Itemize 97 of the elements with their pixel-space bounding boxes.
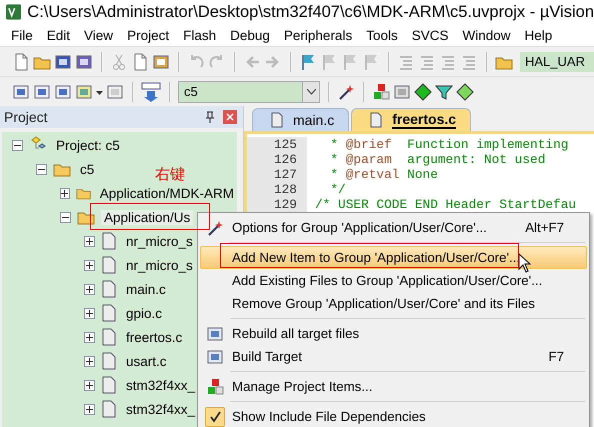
plus-icon: [61, 190, 68, 196]
tree-item[interactable]: Application/MDK-ARM: [96, 186, 237, 200]
tree-item[interactable]: stm32f4xx_: [123, 402, 198, 416]
file-icon: [370, 112, 382, 128]
plus-icon: [86, 238, 93, 244]
menu-item[interactable]: Debug: [223, 28, 277, 42]
plus-icon: [86, 406, 93, 412]
diamond-icon[interactable]: [414, 82, 432, 100]
check-icon: [209, 410, 221, 422]
menu-item[interactable]: Remove Group 'Application/User/Core' and its Files: [200, 292, 587, 315]
code-line: */: [329, 182, 347, 197]
checkbox[interactable]: [205, 406, 225, 426]
file-icon: [271, 112, 283, 128]
plus-icon: [86, 334, 93, 340]
expand-toggle[interactable]: [84, 236, 95, 246]
menu-item[interactable]: Flash: [176, 28, 224, 42]
colored-blocks-icon: [206, 378, 224, 396]
file-icon: [101, 280, 117, 298]
expand-toggle[interactable]: [84, 332, 95, 342]
plus-icon: [86, 358, 93, 364]
menu-item[interactable]: Peripherals: [276, 28, 360, 42]
menu-item[interactable]: Project: [120, 28, 176, 42]
line-number: 129: [274, 197, 297, 212]
editor-tab[interactable]: main.c: [252, 108, 350, 131]
tree-item[interactable]: freertos.c: [123, 330, 186, 344]
tree-item[interactable]: usart.c: [123, 354, 170, 368]
plus-icon: [86, 286, 93, 292]
menu-item[interactable]: Add Existing Files to Group 'Application/User/Core'...: [200, 269, 587, 292]
tree-item[interactable]: stm32f4xx_: [123, 378, 198, 392]
code-line: * @brief Function implementing: [329, 137, 570, 152]
tree-item[interactable]: c5: [77, 162, 98, 176]
line-number: 125: [274, 137, 297, 152]
expand-toggle[interactable]: [60, 188, 70, 198]
panel-title: Project: [4, 109, 48, 125]
menu-item[interactable]: Window: [455, 28, 518, 42]
pin-icon[interactable]: [205, 111, 215, 123]
tree-item[interactable]: nr_micro_s: [123, 258, 196, 272]
line-number: 128: [274, 182, 297, 197]
menu-item[interactable]: File: [4, 28, 40, 42]
expand-toggle[interactable]: [84, 260, 95, 270]
file-icon: [101, 376, 117, 394]
collapse-toggle[interactable]: [36, 164, 47, 174]
menu-item[interactable]: Tools: [359, 28, 405, 42]
expand-toggle[interactable]: [84, 404, 95, 414]
tree-item[interactable]: nr_micro_s: [123, 234, 196, 248]
plus-icon: [86, 262, 93, 268]
tree-item[interactable]: Project: c5: [53, 138, 123, 152]
expand-toggle[interactable]: [84, 284, 95, 294]
menu-item[interactable]: Build Target F7: [200, 345, 587, 368]
menu-item[interactable]: Help: [518, 28, 560, 42]
tree-item[interactable]: Application/Us: [101, 210, 194, 224]
plus-icon: [86, 310, 93, 316]
tree-item[interactable]: main.c: [123, 282, 169, 296]
target-select[interactable]: c5: [178, 80, 320, 102]
pointer-cursor-icon: [518, 253, 531, 273]
menu-item[interactable]: Edit: [40, 28, 78, 42]
app-logo-icon: [6, 4, 22, 20]
menu-item[interactable]: View: [77, 28, 120, 42]
line-number: 127: [274, 167, 297, 182]
colored-blocks-icon[interactable]: [372, 82, 390, 100]
code-line: /* USER CODE END Header StartDefau: [315, 197, 576, 212]
magic-wand-icon[interactable]: [337, 82, 355, 100]
save-icon[interactable]: [54, 52, 72, 70]
collapse-toggle[interactable]: [12, 140, 23, 150]
collapse-toggle[interactable]: [60, 212, 71, 222]
expand-toggle[interactable]: [84, 308, 95, 318]
code-line: * @param argument: Not used: [329, 152, 546, 167]
menu-item[interactable]: Add New Item to Group 'Application/User/Core'...: [200, 246, 587, 269]
menu-item[interactable]: SVCS: [404, 28, 456, 42]
line-number: 126: [274, 152, 297, 167]
file-icon: [101, 400, 117, 418]
file-icon: [101, 328, 117, 346]
close-icon[interactable]: [223, 110, 237, 124]
funnel-icon[interactable]: [435, 82, 453, 100]
paste-icon[interactable]: [152, 52, 170, 70]
menu-item[interactable]: Manage Project Items...: [200, 375, 587, 398]
menu-item[interactable]: Rebuild all target files: [200, 322, 587, 345]
menu-item[interactable]: Show Include File Dependencies: [200, 405, 587, 427]
tree-item[interactable]: gpio.c: [123, 306, 166, 320]
file-icon: [101, 232, 117, 250]
expand-toggle[interactable]: [84, 380, 95, 390]
caret-icon: [306, 88, 316, 94]
file-icon: [101, 304, 117, 322]
file-icon: [101, 352, 117, 370]
save-all-icon[interactable]: [75, 52, 93, 70]
plus-icon: [86, 382, 93, 388]
file-icon: [101, 256, 117, 274]
menu-item[interactable]: Options for Group 'Application/User/Core'... Alt+F7: [200, 216, 587, 239]
download-icon[interactable]: [141, 82, 161, 102]
window-title: C:\Users\Administrator\Desktop\stm32f407\c6\MDK-ARM\c5.uvprojx - µVision: [27, 2, 594, 22]
expand-toggle[interactable]: [84, 356, 95, 366]
find-field[interactable]: HAL_UAR: [520, 52, 594, 72]
magic-wand-icon: [206, 218, 224, 236]
grid-diamond-icon[interactable]: [456, 82, 474, 100]
editor-tab[interactable]: freertos.c: [351, 108, 472, 131]
code-line: * @retval None: [329, 167, 439, 182]
annotation-label: 右键: [155, 165, 185, 184]
